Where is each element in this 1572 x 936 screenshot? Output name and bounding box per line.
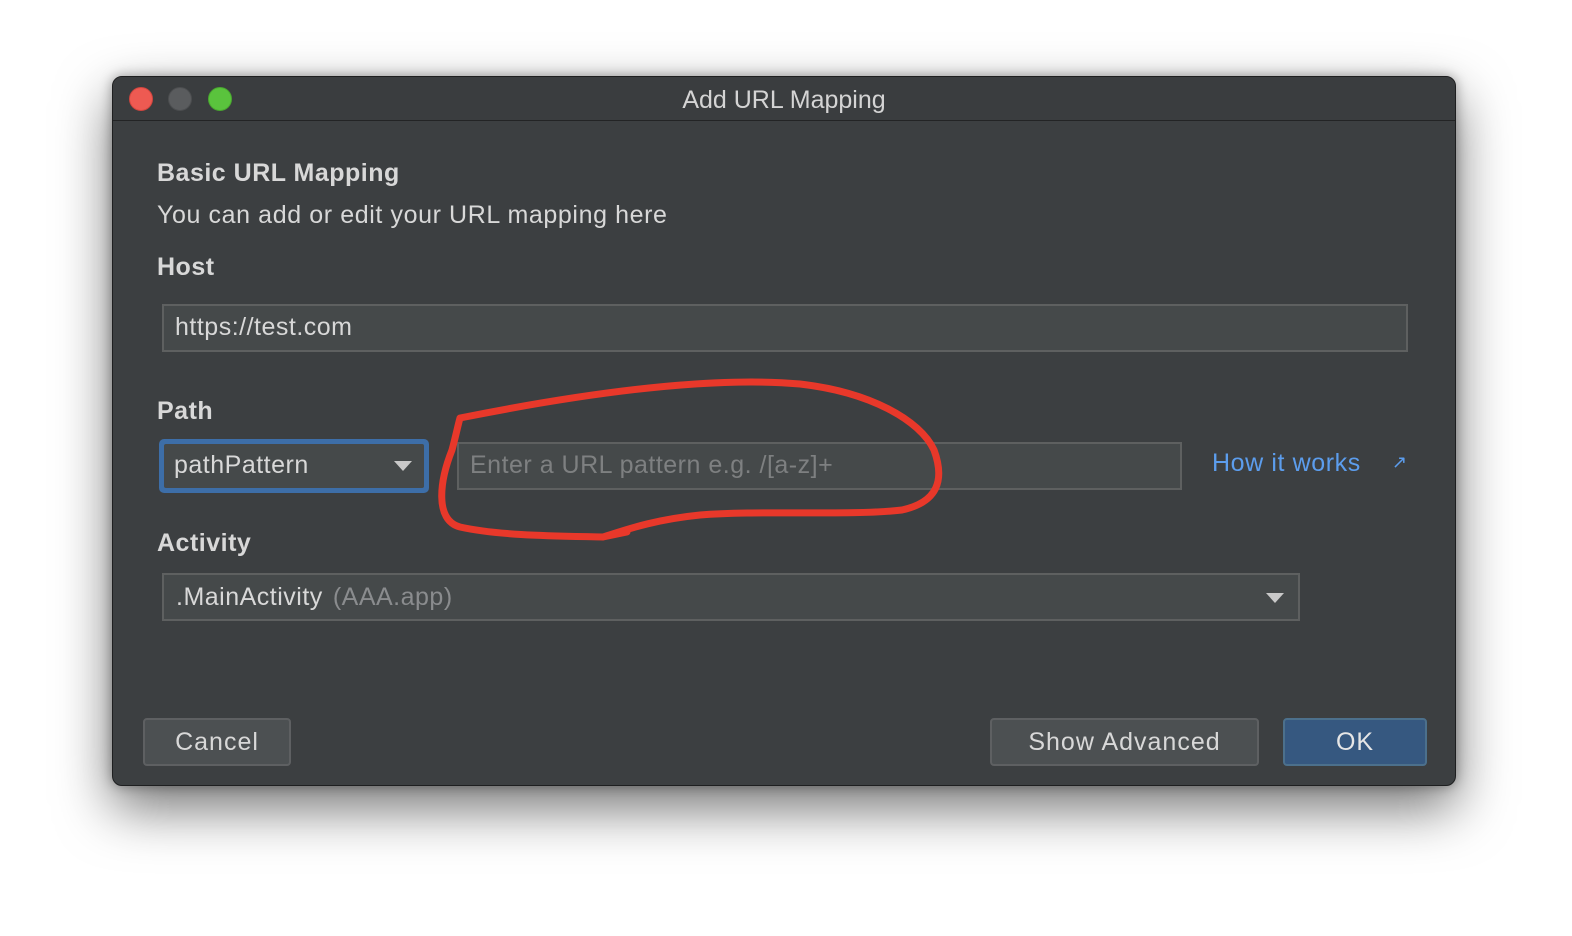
activity-dropdown[interactable]: .MainActivity (AAA.app): [162, 573, 1300, 621]
window-title: Add URL Mapping: [682, 86, 886, 114]
activity-dropdown-value: .MainActivity (AAA.app): [176, 583, 453, 612]
cancel-button[interactable]: Cancel: [143, 718, 291, 766]
section-heading: Basic URL Mapping: [157, 159, 400, 187]
path-mode-dropdown[interactable]: pathPattern: [159, 439, 429, 493]
path-mode-value: pathPattern: [174, 451, 309, 479]
ok-button[interactable]: OK: [1283, 718, 1427, 766]
host-input[interactable]: https://test.com: [162, 304, 1408, 352]
section-description: You can add or edit your URL mapping her…: [157, 201, 668, 229]
add-url-mapping-dialog: Add URL Mapping Basic URL Mapping You ca…: [112, 76, 1456, 786]
path-pattern-input[interactable]: Enter a URL pattern e.g. /[a-z]+: [457, 442, 1182, 490]
chevron-down-icon: [394, 461, 412, 471]
chevron-down-icon: [1266, 593, 1284, 603]
external-link-arrow-icon[interactable]: ↗: [1392, 452, 1407, 473]
activity-label: Activity: [157, 529, 252, 557]
host-label: Host: [157, 253, 215, 281]
path-label: Path: [157, 397, 214, 425]
how-it-works-link[interactable]: How it works: [1212, 449, 1361, 478]
activity-name: .MainActivity: [176, 583, 323, 611]
title-bar[interactable]: Add URL Mapping: [113, 77, 1455, 121]
show-advanced-button[interactable]: Show Advanced: [990, 718, 1259, 766]
activity-module: (AAA.app): [332, 583, 453, 611]
